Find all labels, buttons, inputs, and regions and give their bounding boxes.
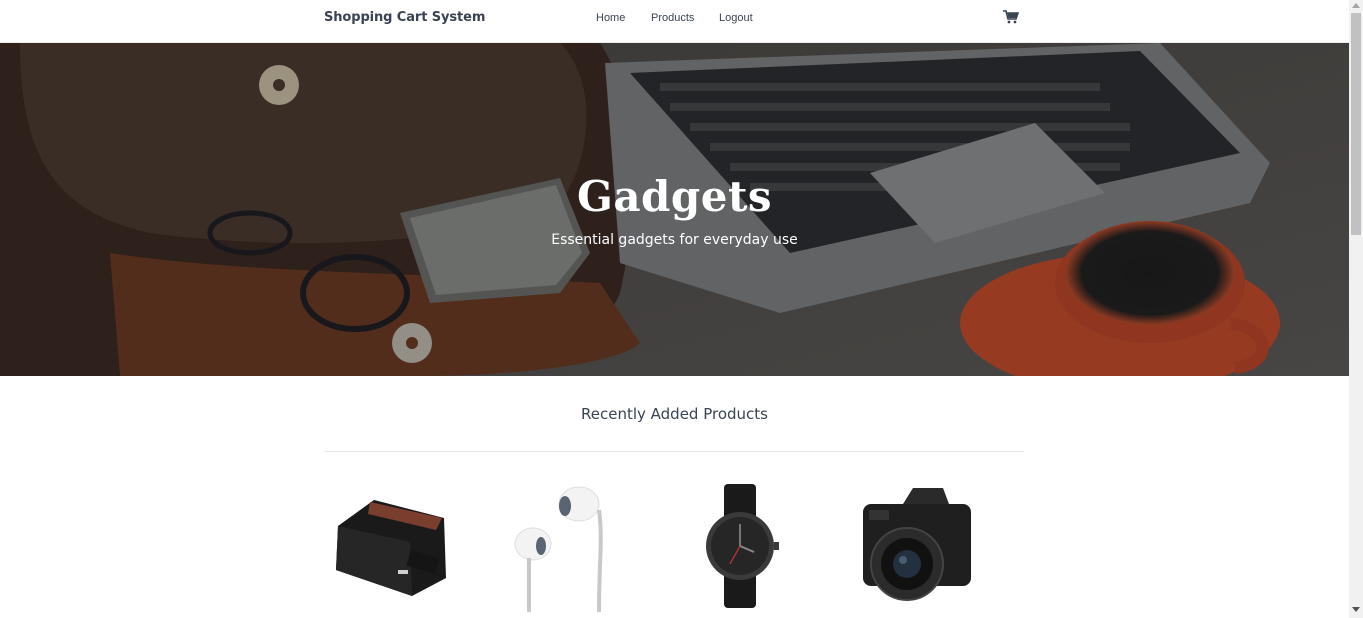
nav-home-link[interactable]: Home — [596, 12, 625, 24]
hero-subtitle: Essential gadgets for everyday use — [551, 232, 798, 248]
section-divider — [324, 451, 1024, 452]
watch-image[interactable] — [674, 480, 814, 618]
product-card-wallet[interactable] — [324, 480, 484, 618]
scroll-down-arrow-icon[interactable] — [1352, 607, 1360, 612]
brand-title[interactable]: Shopping Cart System — [324, 10, 485, 25]
recent-products-title: Recently Added Products — [581, 405, 768, 423]
headphones-image[interactable] — [499, 480, 639, 618]
camera-image[interactable] — [849, 480, 989, 618]
site-header: Shopping Cart System Home Products Logou… — [0, 0, 1349, 43]
wallet-image[interactable] — [324, 480, 464, 618]
page-scrollbar[interactable] — [1349, 0, 1363, 618]
nav-products-link[interactable]: Products — [651, 12, 694, 24]
scroll-thumb[interactable] — [1351, 13, 1361, 235]
product-card-watch[interactable] — [674, 480, 834, 618]
product-card-camera[interactable] — [849, 480, 1009, 618]
scroll-up-arrow-icon[interactable] — [1352, 3, 1360, 8]
shopping-cart-icon[interactable] — [1003, 10, 1020, 24]
nav-logout-link[interactable]: Logout — [719, 12, 753, 24]
product-card-headphones[interactable] — [499, 480, 659, 618]
hero-title: Gadgets — [576, 172, 773, 221]
hero-banner: Gadgets Essential gadgets for everyday u… — [0, 43, 1349, 376]
